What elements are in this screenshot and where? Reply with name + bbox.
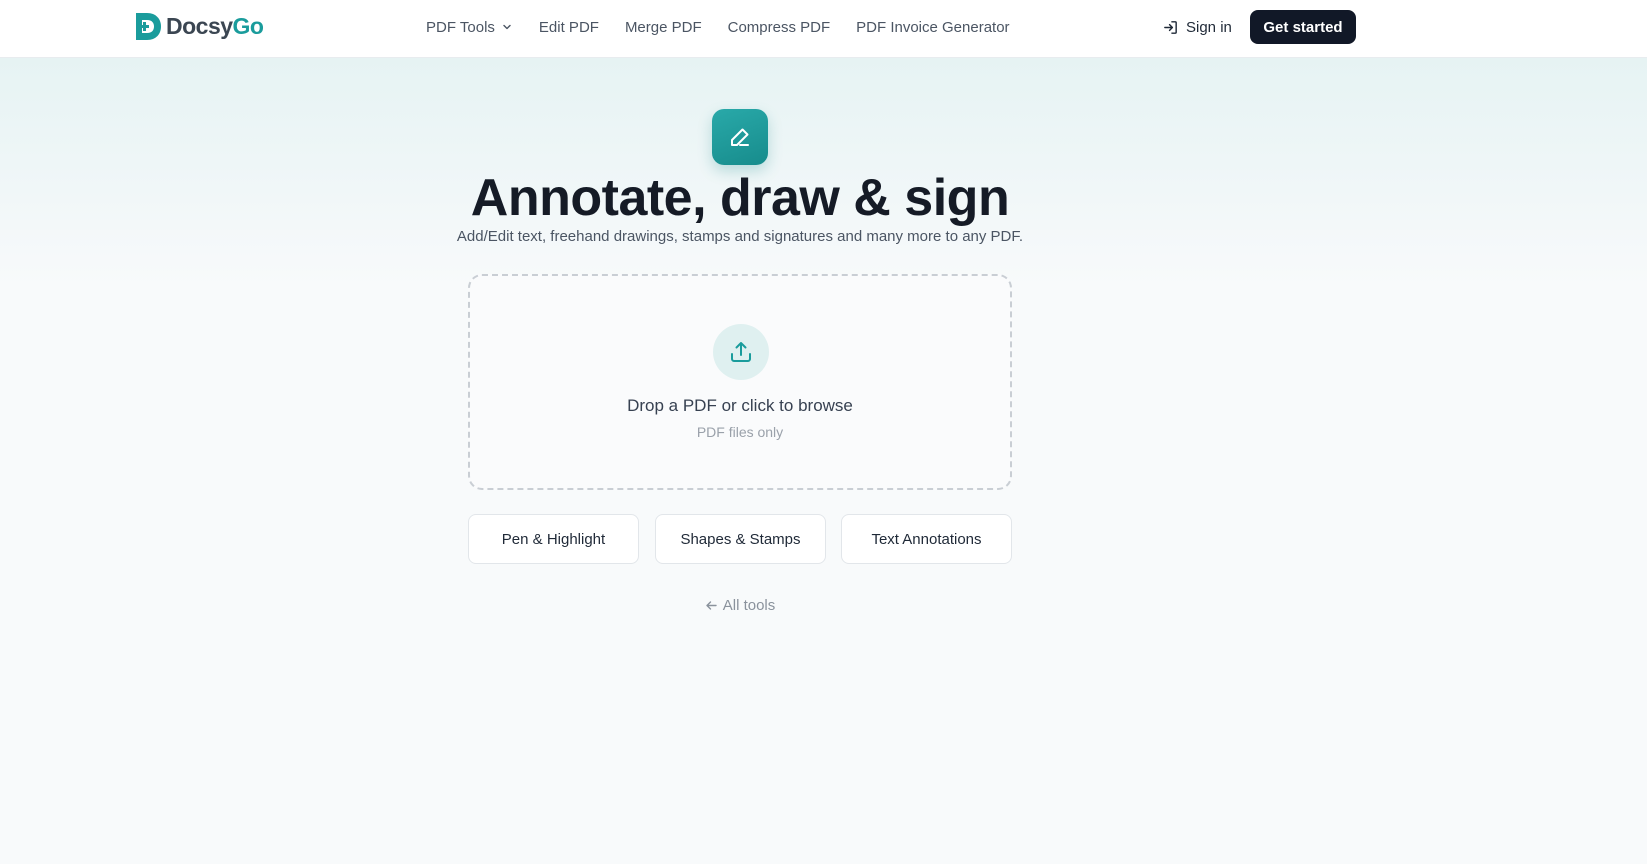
all-tools-link[interactable]: All tools [0,597,1480,614]
nav-item-pdf-invoice-generator[interactable]: PDF Invoice Generator [856,19,1009,36]
chevron-down-icon [503,24,511,30]
docsygo-logo-icon [136,12,161,40]
nav-item-label: Edit PDF [538,18,599,36]
arrow-left-icon [706,601,717,610]
tool-pen-highlight-button[interactable]: Pen & Highlight [468,514,639,564]
pdf-dropzone[interactable]: Drop a PDF or click to browse PDF files … [468,274,1012,490]
brand-name-part1: Docsy [166,12,233,39]
nav-item-label: Merge PDF [624,18,702,36]
dropzone-sublabel: PDF files only [696,424,784,440]
upload-icon [731,342,751,362]
nav-item-merge-pdf[interactable]: Merge PDF [625,19,702,36]
dropzone-label: Drop a PDF or click to browse [627,396,853,415]
nav-item-label: PDF Tools [426,18,495,36]
nav-item-edit-pdf[interactable]: Edit PDF [539,19,599,36]
nav-item-label: PDF Invoice Generator [856,18,1010,36]
nav-item-compress-pdf[interactable]: Compress PDF [728,19,831,36]
page-subtitle: Add/Edit text, freehand drawings, stamps… [456,228,1024,245]
top-navigation-bar: DocsyGo PDF Tools Edit PDF Merge PDF Com… [0,0,1647,58]
tool-shapes-stamps-button[interactable]: Shapes & Stamps [655,514,826,564]
main-content: Annotate, draw & sign Add/Edit text, fre… [0,0,1647,864]
nav-item-label: Compress PDF [727,18,831,36]
brand-logo[interactable]: DocsyGo [134,10,264,42]
tool-text-annotations-button[interactable]: Text Annotations [841,514,1012,564]
get-started-button[interactable]: Get started [1250,10,1356,44]
brand-name-part2: Go [232,12,264,39]
sign-in-link[interactable]: Sign in [1162,14,1232,40]
pen-icon [731,128,749,146]
nav-item-pdf-tools[interactable]: PDF Tools [426,19,513,36]
hero-icon-badge [712,109,768,165]
upload-icon-badge [713,324,769,380]
main-nav: PDF Tools Edit PDF Merge PDF Compress PD… [426,0,1010,54]
all-tools-label: All tools [722,597,776,614]
sign-in-label: Sign in [1186,18,1232,36]
page-title: Annotate, draw & sign [470,169,1010,227]
brand-name: DocsyGo [166,13,264,40]
sign-in-icon [1164,20,1177,34]
